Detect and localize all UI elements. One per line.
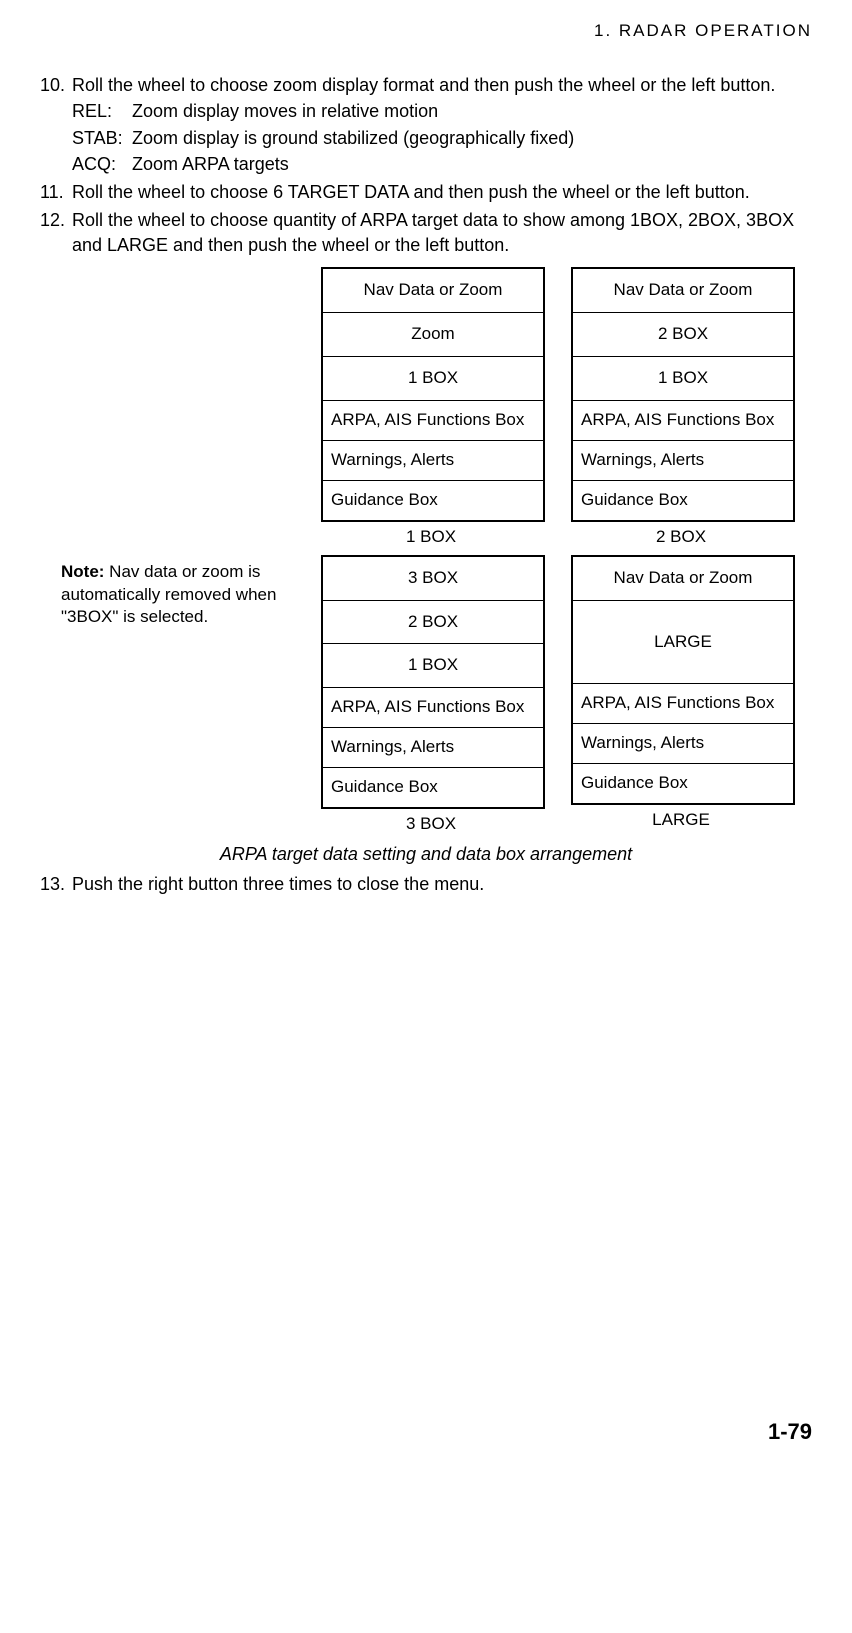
cell: Nav Data or Zoom <box>573 557 793 601</box>
diagram-1box: Nav Data or Zoom Zoom 1 BOX ARPA, AIS Fu… <box>321 267 541 549</box>
cell: 3 BOX <box>323 557 543 601</box>
diagram-2box: Nav Data or Zoom 2 BOX 1 BOX ARPA, AIS F… <box>571 267 791 549</box>
cell: Zoom <box>323 313 543 357</box>
cell: 1 BOX <box>323 357 543 401</box>
diagram-label: LARGE <box>571 809 791 832</box>
diagrams-area: Nav Data or Zoom Zoom 1 BOX ARPA, AIS Fu… <box>40 267 812 866</box>
cell: ARPA, AIS Functions Box <box>573 401 793 441</box>
def-acq: ACQ: Zoom ARPA targets <box>72 152 812 176</box>
def-val: Zoom display is ground stabilized (geogr… <box>132 126 574 150</box>
cell: Guidance Box <box>573 764 793 803</box>
cell: Guidance Box <box>573 481 793 520</box>
cell: Warnings, Alerts <box>573 441 793 481</box>
box-stack: Nav Data or Zoom LARGE ARPA, AIS Functio… <box>571 555 795 806</box>
cell: 2 BOX <box>323 601 543 645</box>
step-number: 12. <box>40 208 72 257</box>
note-text: Note: Nav data or zoom is automatically … <box>61 555 291 630</box>
cell: ARPA, AIS Functions Box <box>323 688 543 728</box>
diagram-large: Nav Data or Zoom LARGE ARPA, AIS Functio… <box>571 555 791 833</box>
step-text: Push the right button three times to clo… <box>72 872 812 896</box>
box-stack: Nav Data or Zoom 2 BOX 1 BOX ARPA, AIS F… <box>571 267 795 522</box>
cell: Warnings, Alerts <box>573 724 793 764</box>
def-rel: REL: Zoom display moves in relative moti… <box>72 99 812 123</box>
note-bold: Note: <box>61 562 104 581</box>
step-13: 13. Push the right button three times to… <box>40 872 812 896</box>
definition-list: REL: Zoom display moves in relative moti… <box>72 99 812 176</box>
steps-list-cont: 13. Push the right button three times to… <box>40 872 812 896</box>
cell: ARPA, AIS Functions Box <box>323 401 543 441</box>
cell: Nav Data or Zoom <box>573 269 793 313</box>
def-stab: STAB: Zoom display is ground stabilized … <box>72 126 812 150</box>
def-key: REL: <box>72 99 132 123</box>
cell: Warnings, Alerts <box>323 728 543 768</box>
def-key: ACQ: <box>72 152 132 176</box>
cell: Warnings, Alerts <box>323 441 543 481</box>
cell: 1 BOX <box>573 357 793 401</box>
diagram-row-2: Note: Nav data or zoom is automatically … <box>40 555 812 837</box>
step-11: 11. Roll the wheel to choose 6 TARGET DA… <box>40 180 812 204</box>
step-12: 12. Roll the wheel to choose quantity of… <box>40 208 812 257</box>
step-text: Roll the wheel to choose quantity of ARP… <box>72 208 812 257</box>
cell: Guidance Box <box>323 768 543 807</box>
def-key: STAB: <box>72 126 132 150</box>
cell: Nav Data or Zoom <box>323 269 543 313</box>
cell: 1 BOX <box>323 644 543 688</box>
step-text: Roll the wheel to choose 6 TARGET DATA a… <box>72 180 812 204</box>
def-val: Zoom display moves in relative motion <box>132 99 438 123</box>
step-number: 11. <box>40 180 72 204</box>
diagram-3box: 3 BOX 2 BOX 1 BOX ARPA, AIS Functions Bo… <box>321 555 541 837</box>
diagram-row-1: Nav Data or Zoom Zoom 1 BOX ARPA, AIS Fu… <box>40 267 812 549</box>
diagram-label: 2 BOX <box>571 526 791 549</box>
diagram-label: 3 BOX <box>321 813 541 836</box>
step-10: 10. Roll the wheel to choose zoom displa… <box>40 73 812 176</box>
cell: 2 BOX <box>573 313 793 357</box>
diagram-label: 1 BOX <box>321 526 541 549</box>
cell: Guidance Box <box>323 481 543 520</box>
page-header: 1. RADAR OPERATION <box>40 20 812 43</box>
box-stack: Nav Data or Zoom Zoom 1 BOX ARPA, AIS Fu… <box>321 267 545 522</box>
step-number: 10. <box>40 73 72 97</box>
figure-caption: ARPA target data setting and data box ar… <box>40 842 812 866</box>
step-number: 13. <box>40 872 72 896</box>
cell: ARPA, AIS Functions Box <box>573 684 793 724</box>
page-number: 1-79 <box>40 1417 812 1447</box>
steps-list: 10. Roll the wheel to choose zoom displa… <box>40 73 812 257</box>
box-stack: 3 BOX 2 BOX 1 BOX ARPA, AIS Functions Bo… <box>321 555 545 810</box>
cell: LARGE <box>573 601 793 685</box>
def-val: Zoom ARPA targets <box>132 152 289 176</box>
step-text: Roll the wheel to choose zoom display fo… <box>72 73 812 97</box>
